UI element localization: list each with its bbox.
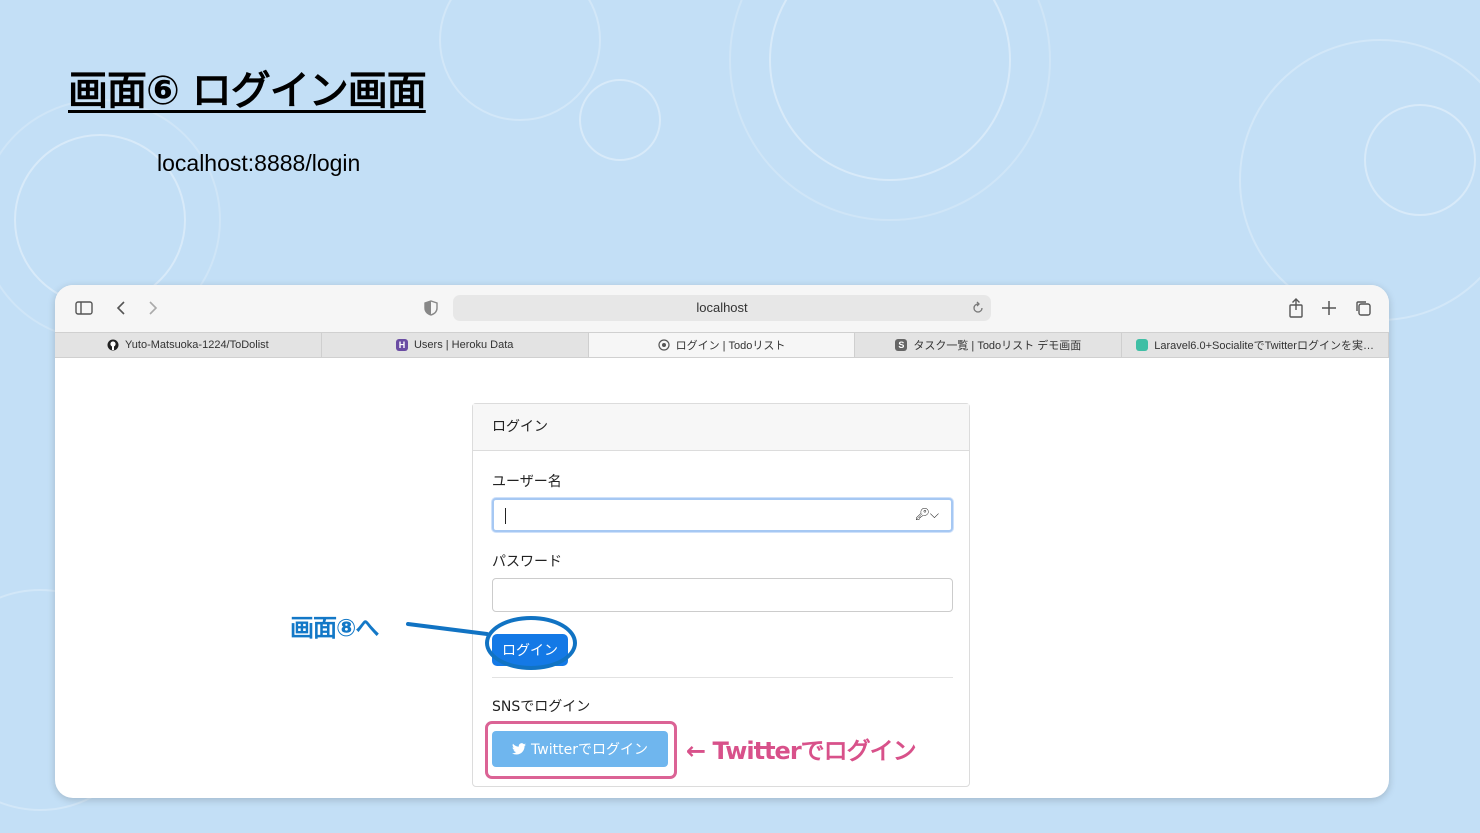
page-icon	[657, 339, 670, 351]
text-caret	[505, 508, 506, 524]
tab-bar: Yuto-Matsuoka-1224/ToDolist H Users | He…	[55, 332, 1389, 358]
address-text: localhost	[696, 300, 748, 315]
s-icon: S	[895, 339, 908, 351]
password-label: パスワード	[492, 554, 562, 570]
tab-task-list[interactable]: S タスク一覧 | Todoリスト デモ画面	[855, 333, 1123, 357]
forward-icon[interactable]	[147, 300, 159, 316]
annotation-to-screen8: 画面⑧へ	[290, 614, 379, 642]
reload-icon[interactable]	[971, 301, 985, 315]
tab-heroku[interactable]: H Users | Heroku Data	[322, 333, 589, 357]
tab-label: Users | Heroku Data	[413, 339, 514, 351]
tab-label: Yuto-Matsuoka-1224/ToDolist	[125, 339, 269, 351]
divider	[492, 677, 953, 678]
tab-label: ログイン | Todoリスト	[675, 340, 786, 352]
sidebar-icon[interactable]	[75, 300, 93, 316]
annotation-circle	[485, 616, 577, 670]
password-input[interactable]	[492, 578, 953, 612]
address-bar[interactable]: localhost	[453, 295, 991, 321]
tab-qiita[interactable]: Laravel6.0+SocialiteでTwitterログインを実…	[1122, 333, 1389, 357]
annotation-box	[485, 721, 677, 779]
qiita-icon	[1136, 339, 1149, 351]
tab-login[interactable]: ログイン | Todoリスト	[588, 333, 856, 357]
login-card-header: ログイン	[473, 404, 969, 451]
browser-toolbar: localhost	[55, 285, 1389, 332]
url-caption: localhost:8888/login	[157, 150, 361, 176]
browser-window: localhost Yuto-Matsuoka-1224/ToDolist H …	[55, 285, 1389, 798]
heroku-icon: H	[395, 339, 408, 351]
username-input[interactable]: 🔑︎⌵	[492, 498, 953, 532]
tab-label: Laravel6.0+SocialiteでTwitterログインを実…	[1154, 340, 1374, 352]
key-autofill-icon[interactable]: 🔑︎⌵	[915, 507, 939, 522]
slide-title: 画面⑥ ログイン画面	[68, 68, 427, 114]
new-tab-icon[interactable]	[1321, 300, 1337, 316]
tab-github[interactable]: Yuto-Matsuoka-1224/ToDolist	[55, 333, 322, 357]
sns-login-label: SNSでログイン	[492, 699, 591, 715]
privacy-shield-icon[interactable]	[424, 300, 438, 316]
back-icon[interactable]	[115, 300, 127, 316]
annotation-twitter-login: ← Twitterでログイン	[686, 737, 917, 765]
tab-overview-icon[interactable]	[1354, 299, 1372, 317]
share-icon[interactable]	[1288, 298, 1304, 318]
username-label: ユーザー名	[492, 474, 562, 490]
github-icon	[107, 339, 119, 351]
tab-label: タスク一覧 | Todoリスト デモ画面	[913, 340, 1082, 352]
